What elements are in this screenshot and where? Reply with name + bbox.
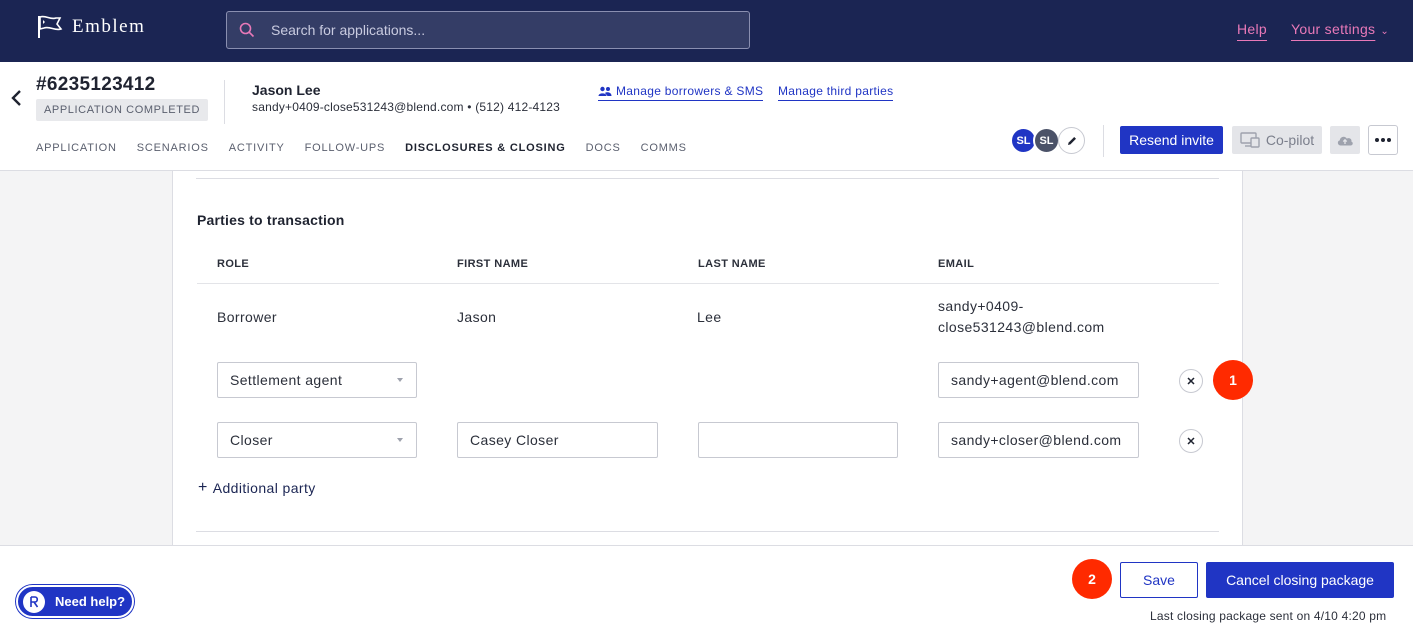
ellipsis-dot [1387, 138, 1391, 142]
borrower-email-line: sandy+0409- [938, 298, 1024, 314]
close-icon [1187, 377, 1195, 385]
header-divider [1103, 125, 1104, 157]
chevron-down-icon: ⌄ [1380, 26, 1390, 37]
borrower-contact: sandy+0409-close531243@blend.com • (512)… [252, 100, 561, 114]
tab-follow-ups[interactable]: FOLLOW-UPS [305, 142, 386, 174]
tab-disclosures-closing[interactable]: DISCLOSURES & CLOSING [405, 142, 566, 174]
role-select-value: Settlement agent [230, 372, 343, 388]
need-help-button[interactable]: Need help? [16, 585, 134, 618]
borrower-email: sandy+0409- close531243@blend.com [938, 296, 1105, 338]
help-link[interactable]: Help [1237, 21, 1267, 37]
closing-content-card: Parties to transaction ROLE FIRST NAME L… [172, 171, 1243, 551]
save-button[interactable]: Save [1120, 562, 1198, 598]
column-header-first-name: FIRST NAME [457, 258, 529, 270]
email-field[interactable] [938, 422, 1139, 458]
more-options-button[interactable] [1368, 125, 1398, 155]
cloud-upload-icon [1337, 136, 1353, 146]
back-arrow-icon[interactable] [8, 86, 24, 110]
last-name-field[interactable] [698, 422, 898, 458]
tab-scenarios[interactable]: SCENARIOS [137, 142, 209, 174]
add-party-button[interactable]: + Additional party [198, 479, 316, 497]
add-party-label: Additional party [212, 480, 316, 496]
ellipsis-dot [1375, 138, 1379, 142]
search-box[interactable] [226, 11, 750, 49]
step-marker: 1 [1213, 360, 1253, 400]
header-divider [224, 80, 225, 124]
borrower-last-name: Lee [697, 309, 722, 325]
first-name-field[interactable] [457, 422, 658, 458]
last-sent-timestamp: Last closing package sent on 4/10 4:20 p… [1150, 609, 1387, 623]
your-settings-label: Your settings [1291, 21, 1376, 37]
column-header-last-name: LAST NAME [698, 258, 766, 270]
role-select[interactable]: Closer [217, 422, 417, 458]
application-header: #6235123412 APPLICATION COMPLETED Jason … [0, 62, 1413, 174]
role-select[interactable]: Settlement agent [217, 362, 417, 398]
avatar[interactable]: SL [1033, 127, 1060, 154]
role-select-value: Closer [230, 432, 273, 448]
column-header-email: EMAIL [938, 258, 975, 270]
section-divider [196, 178, 1219, 179]
column-header-role: ROLE [217, 258, 250, 270]
borrower-first-name: Jason [457, 309, 497, 325]
borrower-role: Borrower [217, 309, 277, 325]
resend-invite-button[interactable]: Resend invite [1120, 126, 1223, 154]
remove-party-button[interactable] [1179, 369, 1203, 393]
manage-borrowers-label: Manage borrowers & SMS [616, 84, 764, 98]
team-avatars: SL SL [1010, 127, 1085, 154]
brand-name: Emblem [72, 16, 146, 37]
flag-logo-icon [38, 15, 63, 38]
tab-application[interactable]: APPLICATION [36, 142, 117, 174]
search-icon [239, 22, 255, 38]
your-settings-menu[interactable]: Your settings ⌄ [1291, 21, 1389, 37]
application-tabs: APPLICATION SCENARIOS ACTIVITY FOLLOW-UP… [36, 142, 687, 174]
support-icon [23, 590, 45, 613]
manage-third-parties-link[interactable]: Manage third parties [778, 84, 894, 101]
section-divider [196, 531, 1219, 532]
table-header-divider [197, 283, 1219, 284]
close-icon [1187, 437, 1195, 445]
tab-comms[interactable]: COMMS [641, 142, 687, 174]
remove-party-button[interactable] [1179, 429, 1203, 453]
tab-activity[interactable]: ACTIVITY [229, 142, 285, 174]
people-icon [598, 86, 612, 96]
action-footer: Need help? 2 Save Cancel closing package… [0, 545, 1413, 638]
manage-borrowers-link[interactable]: Manage borrowers & SMS [598, 84, 764, 101]
co-pilot-label: Co-pilot [1265, 132, 1315, 148]
search-input[interactable] [271, 22, 731, 38]
borrower-email-line: close531243@blend.com [938, 319, 1105, 335]
cloud-upload-button[interactable] [1330, 126, 1360, 154]
co-pilot-icon [1240, 132, 1260, 148]
need-help-label: Need help? [55, 594, 126, 609]
caret-down-icon [397, 438, 403, 442]
step-marker: 2 [1072, 559, 1112, 599]
borrower-name: Jason Lee [252, 82, 321, 98]
edit-team-button[interactable] [1058, 127, 1085, 154]
cancel-closing-package-button[interactable]: Cancel closing package [1206, 562, 1394, 598]
tab-docs[interactable]: DOCS [586, 142, 621, 174]
caret-down-icon [397, 378, 403, 382]
ellipsis-dot [1381, 138, 1385, 142]
status-badge: APPLICATION COMPLETED [36, 99, 209, 121]
brand-logo[interactable]: Emblem [36, 14, 145, 40]
top-navigation: Emblem Help Your settings ⌄ [0, 0, 1413, 62]
parties-section-title: Parties to transaction [197, 212, 345, 228]
pencil-icon [1067, 136, 1076, 145]
plus-icon: + [198, 479, 208, 496]
application-number: #6235123412 [36, 74, 156, 95]
co-pilot-button[interactable]: Co-pilot [1232, 126, 1322, 154]
email-field[interactable] [938, 362, 1139, 398]
